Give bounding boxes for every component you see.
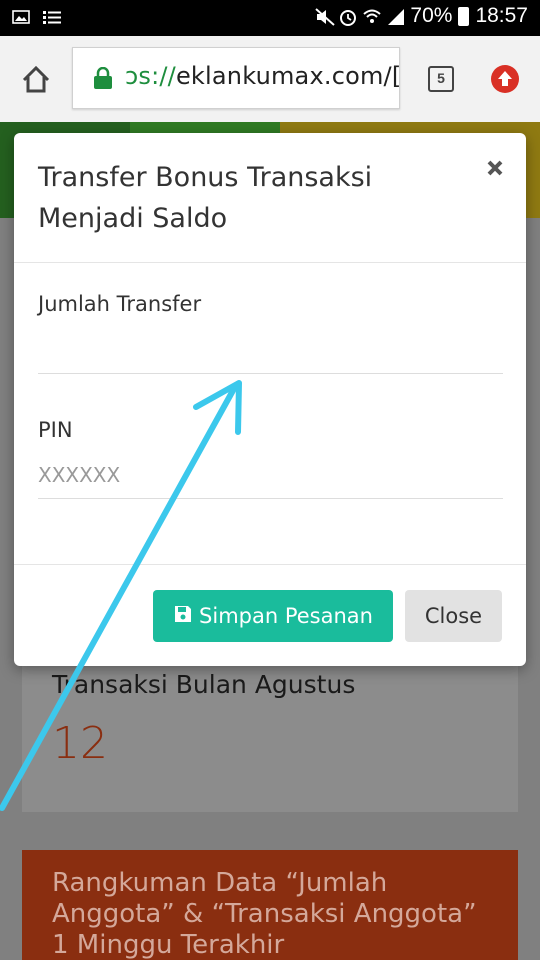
- battery-percent: 70%: [410, 4, 453, 27]
- url-host: eklankumax.com/[: [175, 62, 400, 90]
- pin-input[interactable]: [38, 451, 503, 499]
- gallery-notification-icon: [12, 8, 30, 26]
- lock-icon: [93, 66, 113, 89]
- signal-icon: [386, 7, 405, 25]
- save-order-button[interactable]: Simpan Pesanan: [153, 590, 393, 642]
- modal-title: Transfer Bonus Transaksi Menjadi Saldo: [38, 162, 373, 234]
- weekly-summary-title: Rangkuman Data “Jumlah Anggota” & “Trans…: [52, 868, 477, 960]
- close-icon[interactable]: [486, 159, 504, 177]
- clock: 18:57: [475, 4, 528, 27]
- monthly-transactions-card: Transaksi Bulan Agustus 12: [22, 662, 518, 812]
- browser-toolbar: ɔs://eklankumax.com/[ 5: [0, 36, 540, 122]
- close-button[interactable]: Close: [405, 590, 502, 642]
- tab-switcher-icon[interactable]: 5: [428, 66, 454, 92]
- list-notification-icon: [42, 8, 61, 26]
- transfer-bonus-modal: Transfer Bonus Transaksi Menjadi Saldo J…: [14, 133, 526, 666]
- status-bar: 70% 18:57: [0, 0, 540, 36]
- wifi-icon: [362, 7, 382, 25]
- monthly-transactions-count: 12: [52, 718, 108, 769]
- url-text: ɔs://eklankumax.com/[: [125, 62, 400, 90]
- upgrade-arrow-icon[interactable]: [491, 65, 519, 93]
- pin-label: PIN: [38, 418, 73, 442]
- battery-icon: [458, 6, 470, 26]
- alarm-icon: [338, 7, 357, 26]
- weekly-summary-card: Rangkuman Data “Jumlah Anggota” & “Trans…: [22, 850, 518, 960]
- floppy-disk-icon: [173, 604, 193, 629]
- mute-icon: [314, 7, 336, 26]
- modal-footer: Simpan Pesanan Close: [14, 564, 526, 666]
- monthly-transactions-title: Transaksi Bulan Agustus: [52, 670, 356, 699]
- save-order-label: Simpan Pesanan: [199, 604, 373, 628]
- page: 70% 18:57 ɔs://eklankumax.com/[ 5 Transa…: [0, 0, 540, 960]
- url-scheme: ɔs://: [125, 62, 176, 90]
- modal-header: Transfer Bonus Transaksi Menjadi Saldo: [14, 133, 526, 263]
- transfer-amount-input[interactable]: [38, 326, 503, 374]
- home-icon[interactable]: [16, 60, 56, 100]
- address-bar[interactable]: ɔs://eklankumax.com/[: [72, 47, 400, 109]
- transfer-amount-label: Jumlah Transfer: [38, 292, 202, 316]
